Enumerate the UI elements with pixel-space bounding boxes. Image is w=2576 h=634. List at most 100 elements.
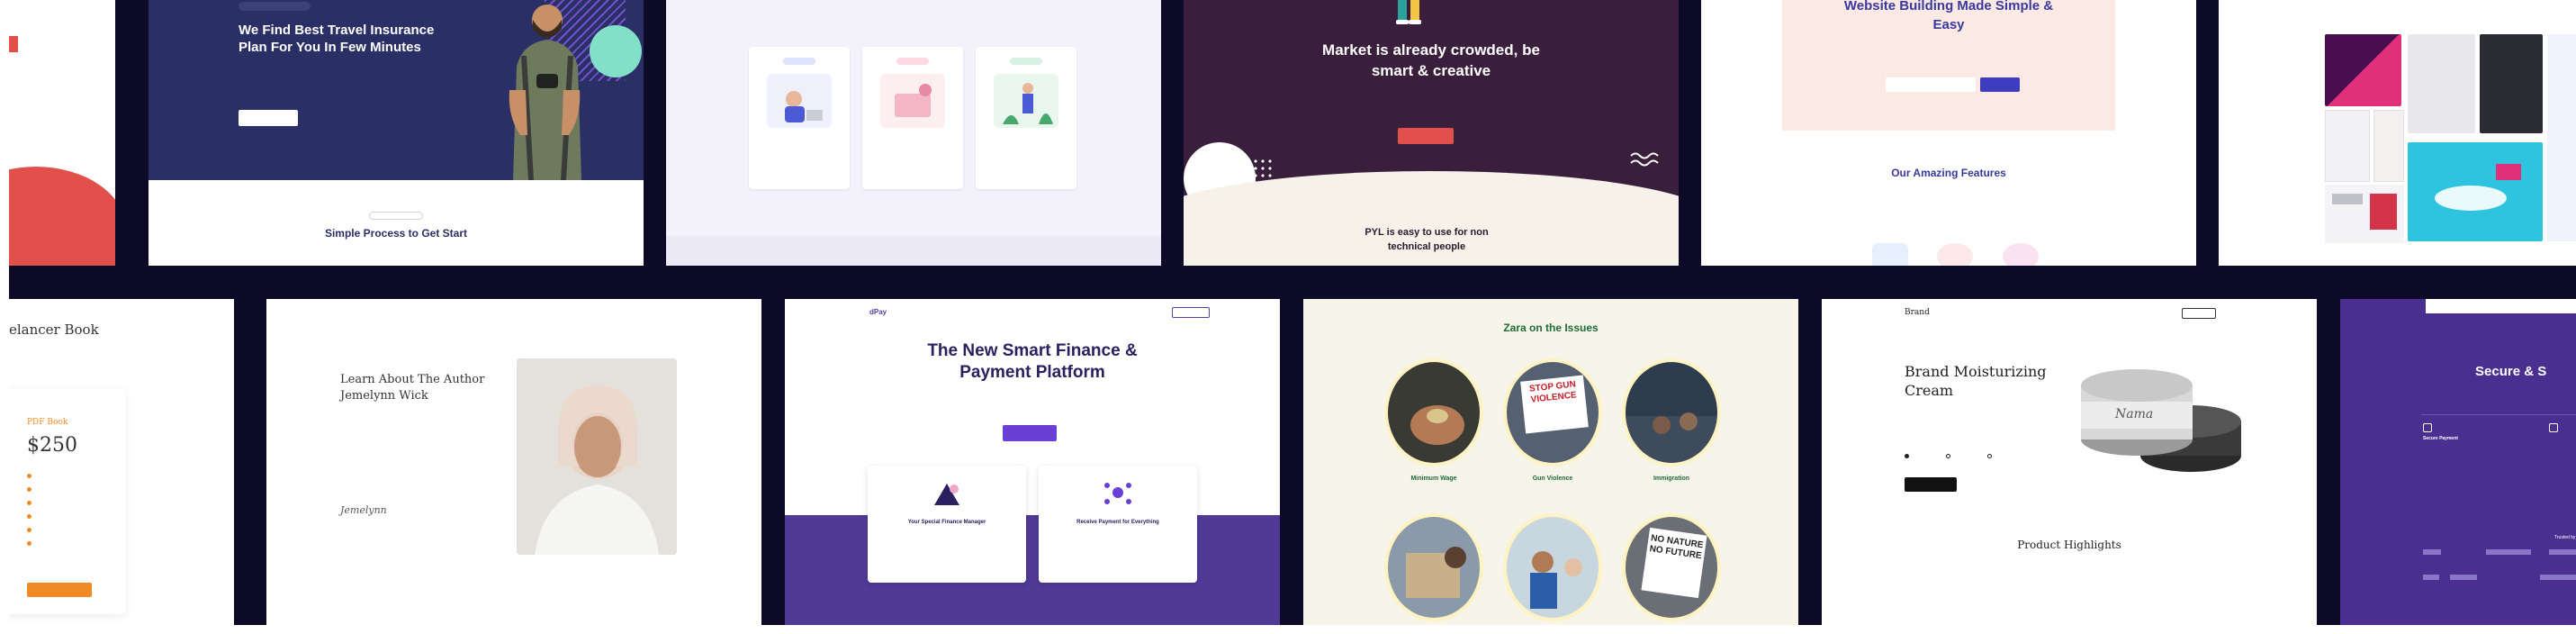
template-card-portfolio-grid[interactable] xyxy=(2219,0,2576,266)
market-heading: Market is already crowded, be smart & cr… xyxy=(1322,41,1540,79)
issue-photo-gun-violence[interactable]: STOP GUN VIOLENCE xyxy=(1503,358,1602,466)
process-title: Simple Process to Get Start xyxy=(324,227,468,240)
step-illustration-2 xyxy=(880,74,945,128)
dpay-feature-card-2[interactable]: Receive Payment for Everything xyxy=(1039,466,1197,583)
issue-photo-immigration[interactable] xyxy=(1622,358,1721,466)
dpay-heading: The New Smart Finance & Payment Platform xyxy=(927,341,1138,382)
dpay-nav-cta[interactable] xyxy=(1172,307,1210,318)
coral-accent-mark xyxy=(9,36,18,52)
feature-icon-3 xyxy=(2003,243,2039,266)
issue-photo-6[interactable]: NO NATURE NO FUTURE xyxy=(1622,513,1721,621)
email-input[interactable] xyxy=(1886,77,1976,92)
template-card-market-crowded[interactable]: Market is already crowded, be smart & cr… xyxy=(1184,0,1679,266)
traveler-photo xyxy=(504,0,585,181)
issues-heading: Zara on the Issues xyxy=(1503,322,1599,334)
brand-logo[interactable]: Brand xyxy=(1905,308,1930,317)
template-card-author[interactable]: Learn About The Author Jemelynn Wick Jem… xyxy=(266,299,761,625)
market-cta-button[interactable] xyxy=(1398,128,1454,144)
feature-icon-2 xyxy=(1937,243,1973,266)
features-title: Our Amazing Features xyxy=(1891,167,2006,179)
pricing-label: PDF Book xyxy=(27,418,68,427)
secure-top-strip xyxy=(2426,299,2576,313)
dpay-feature-card-1[interactable]: Your Special Finance Manager xyxy=(868,466,1026,583)
hero-heading: We Find Best Travel Insurance Plan For Y… xyxy=(239,23,435,55)
process-kicker-badge xyxy=(369,212,423,220)
pricing-bullets xyxy=(27,472,108,562)
portfolio-thumb-gray xyxy=(2408,34,2475,133)
feature-1-title: Your Special Finance Manager xyxy=(907,520,986,525)
climate-sign: NO NATURE NO FUTURE xyxy=(1641,527,1707,599)
cream-options xyxy=(1905,452,2031,461)
steps-footer-bar xyxy=(666,236,1161,266)
receive-payment-icon xyxy=(1100,478,1136,507)
template-card-brand-cream[interactable]: Brand Brand Moisturizing Cream Nama Prod… xyxy=(1822,299,2317,625)
author-name: Jemelynn Wick xyxy=(340,389,428,403)
cream-jars-image: Nama xyxy=(2074,349,2245,485)
step-tag-3 xyxy=(1010,58,1042,65)
template-card-website-builder[interactable]: Website Building Made Simple & Easy Our … xyxy=(1701,0,2196,266)
squiggle-decoration xyxy=(1629,151,1665,169)
step-illustration-1 xyxy=(767,74,832,128)
brand-nav-cta[interactable] xyxy=(2182,308,2216,319)
feature-secure-payment: Secure Payment xyxy=(2423,436,2458,441)
secure-divider xyxy=(2421,414,2576,415)
book-title: elancer Book xyxy=(9,322,99,338)
step-card-2[interactable] xyxy=(862,47,963,189)
character-illustration xyxy=(1382,0,1436,27)
portfolio-thumb-dark xyxy=(2480,34,2543,133)
issue-label-minimum-wage: Minimum Wage xyxy=(1410,476,1457,482)
portfolio-thumb-light-2 xyxy=(2373,110,2404,182)
template-card-zara-issues[interactable]: Zara on the Issues Minimum Wage STOP GUN… xyxy=(1303,299,1798,625)
get-started-button[interactable] xyxy=(239,110,298,126)
protest-sign: STOP GUN VIOLENCE xyxy=(1520,375,1589,434)
subscribe-button[interactable] xyxy=(1980,77,2020,92)
builder-heading: Website Building Made Simple & Easy xyxy=(1843,0,2054,32)
secure-payment-icon xyxy=(2423,423,2432,432)
feature-icon-1 xyxy=(1872,243,1908,266)
issue-label-gun-violence: Gun Violence xyxy=(1532,476,1573,482)
step-tag-1 xyxy=(783,58,815,65)
hero-badge xyxy=(239,2,311,11)
author-signature: Jemelynn xyxy=(340,504,387,516)
step-card-1[interactable] xyxy=(749,47,850,189)
author-heading: Learn About The Author xyxy=(340,373,485,386)
partner-logo-row-1 xyxy=(2423,549,2576,557)
market-subheading: PYL is easy to use for non technical peo… xyxy=(1365,227,1489,252)
pricing-price: $250 xyxy=(27,434,77,457)
buy-now-button[interactable] xyxy=(27,583,92,597)
dpay-nav xyxy=(1073,309,1172,316)
coral-wave-shape xyxy=(9,167,115,266)
template-card-travel-insurance[interactable]: We Find Best Travel Insurance Plan For Y… xyxy=(149,0,644,266)
template-card-secure-payments[interactable]: Secure & S Secure Payment Trusted by xyxy=(2340,299,2576,625)
decorative-mint-circle xyxy=(590,25,642,77)
secure-heading: Secure & S xyxy=(2475,364,2547,379)
brand-nav xyxy=(2074,311,2173,318)
step-illustration-3 xyxy=(994,74,1058,128)
dpay-logo[interactable]: dPay xyxy=(869,308,887,316)
template-card-steps[interactable] xyxy=(666,0,1161,266)
pricing-card: PDF Book $250 xyxy=(9,389,126,614)
template-gallery-wall: We Find Best Travel Insurance Plan For Y… xyxy=(9,0,2576,625)
portfolio-thumb-edge xyxy=(2547,34,2576,241)
step-card-3[interactable] xyxy=(976,47,1076,189)
issue-photo-minimum-wage[interactable] xyxy=(1384,358,1483,466)
template-card-partial-left[interactable] xyxy=(9,0,115,266)
template-card-freelancer-book[interactable]: elancer Book PDF Book $250 xyxy=(9,299,234,625)
finance-manager-icon xyxy=(929,478,965,507)
issue-photo-5[interactable] xyxy=(1503,513,1602,621)
template-card-dpay-finance[interactable]: dPay The New Smart Finance & Payment Pla… xyxy=(785,299,1280,625)
portfolio-thumb-light-1 xyxy=(2325,110,2370,182)
jar-label: Nama xyxy=(2115,407,2154,421)
portfolio-thumb-magenta xyxy=(2325,34,2401,106)
portfolio-thumb-cyan xyxy=(2408,142,2543,241)
process-section-bg xyxy=(149,180,644,266)
dpay-cta-button[interactable] xyxy=(1003,425,1057,441)
feature-2-title: Receive Payment for Everything xyxy=(1076,520,1159,525)
issue-photo-4[interactable] xyxy=(1384,513,1483,621)
issue-label-immigration: Immigration xyxy=(1653,476,1690,482)
order-now-button[interactable] xyxy=(1905,477,1957,492)
highlights-title: Product Highlights xyxy=(2017,539,2121,551)
partners-title: Trusted by xyxy=(2554,535,2576,540)
portfolio-thumb-red xyxy=(2325,185,2404,243)
partner-logo-row-2 xyxy=(2423,575,2576,582)
